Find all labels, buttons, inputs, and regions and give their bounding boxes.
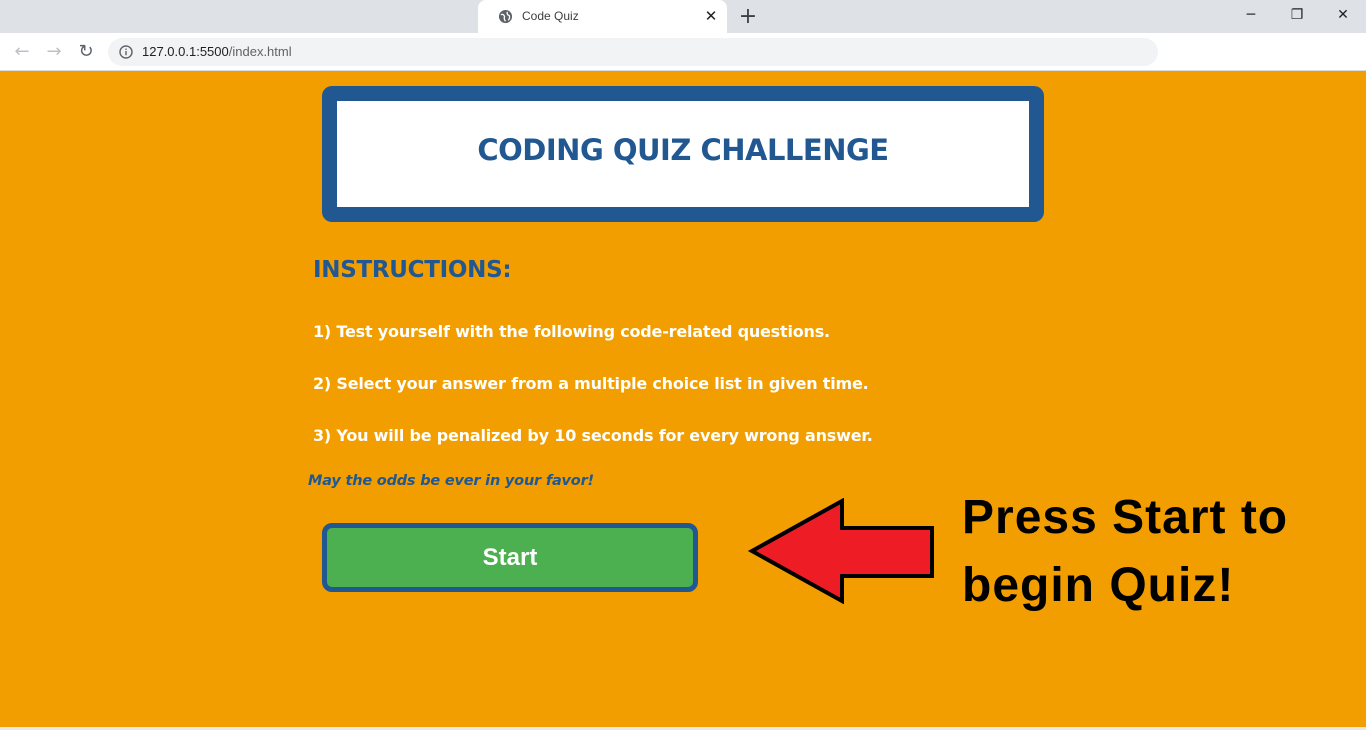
page-title: CODING QUIZ CHALLENGE — [477, 133, 889, 167]
start-button[interactable]: Start — [322, 523, 698, 592]
forward-button[interactable]: → — [41, 39, 67, 65]
browser-toolbar: ← → ↻ 127.0.0.1:5500/index.html — [0, 33, 1366, 71]
restore-button[interactable]: ❐ — [1285, 4, 1309, 26]
globe-icon — [498, 9, 513, 24]
callout-text: Press Start to begin Quiz! — [962, 484, 1362, 620]
left-arrow-icon — [747, 498, 934, 604]
back-button[interactable]: ← — [9, 39, 35, 65]
tab-code-quiz[interactable]: Code Quiz ✕ — [478, 0, 727, 33]
instruction-item: 2) Select your answer from a multiple ch… — [313, 374, 869, 393]
callout-line-2: begin Quiz! — [962, 559, 1235, 612]
window-close-button[interactable]: ✕ — [1331, 4, 1355, 26]
callout-line-1: Press Start to — [962, 491, 1289, 544]
info-icon[interactable] — [119, 45, 133, 59]
tab-close-icon[interactable]: ✕ — [703, 7, 719, 25]
instruction-item: 1) Test yourself with the following code… — [313, 322, 830, 341]
page-content: CODING QUIZ CHALLENGE INSTRUCTIONS: 1) T… — [0, 71, 1366, 730]
address-bar[interactable]: 127.0.0.1:5500/index.html — [108, 38, 1158, 66]
header-box: CODING QUIZ CHALLENGE — [322, 86, 1044, 222]
new-tab-button[interactable]: + — [736, 5, 760, 29]
url-host: 127.0.0.1:5500 — [142, 44, 229, 59]
tab-title: Code Quiz — [522, 9, 579, 23]
browser-chrome: Code Quiz ✕ + ─ ❐ ✕ ← → ↻ 127.0.0.1:5500… — [0, 0, 1366, 71]
reload-button[interactable]: ↻ — [73, 39, 99, 65]
minimize-button[interactable]: ─ — [1239, 4, 1263, 26]
url-path: /index.html — [228, 44, 292, 59]
tab-strip: Code Quiz ✕ + ─ ❐ ✕ — [0, 0, 1366, 33]
tagline: May the odds be ever in your favor! — [308, 473, 594, 489]
instruction-item: 3) You will be penalized by 10 seconds f… — [313, 426, 873, 445]
instructions-heading: INSTRUCTIONS: — [313, 257, 512, 283]
url-text: 127.0.0.1:5500/index.html — [142, 44, 292, 59]
